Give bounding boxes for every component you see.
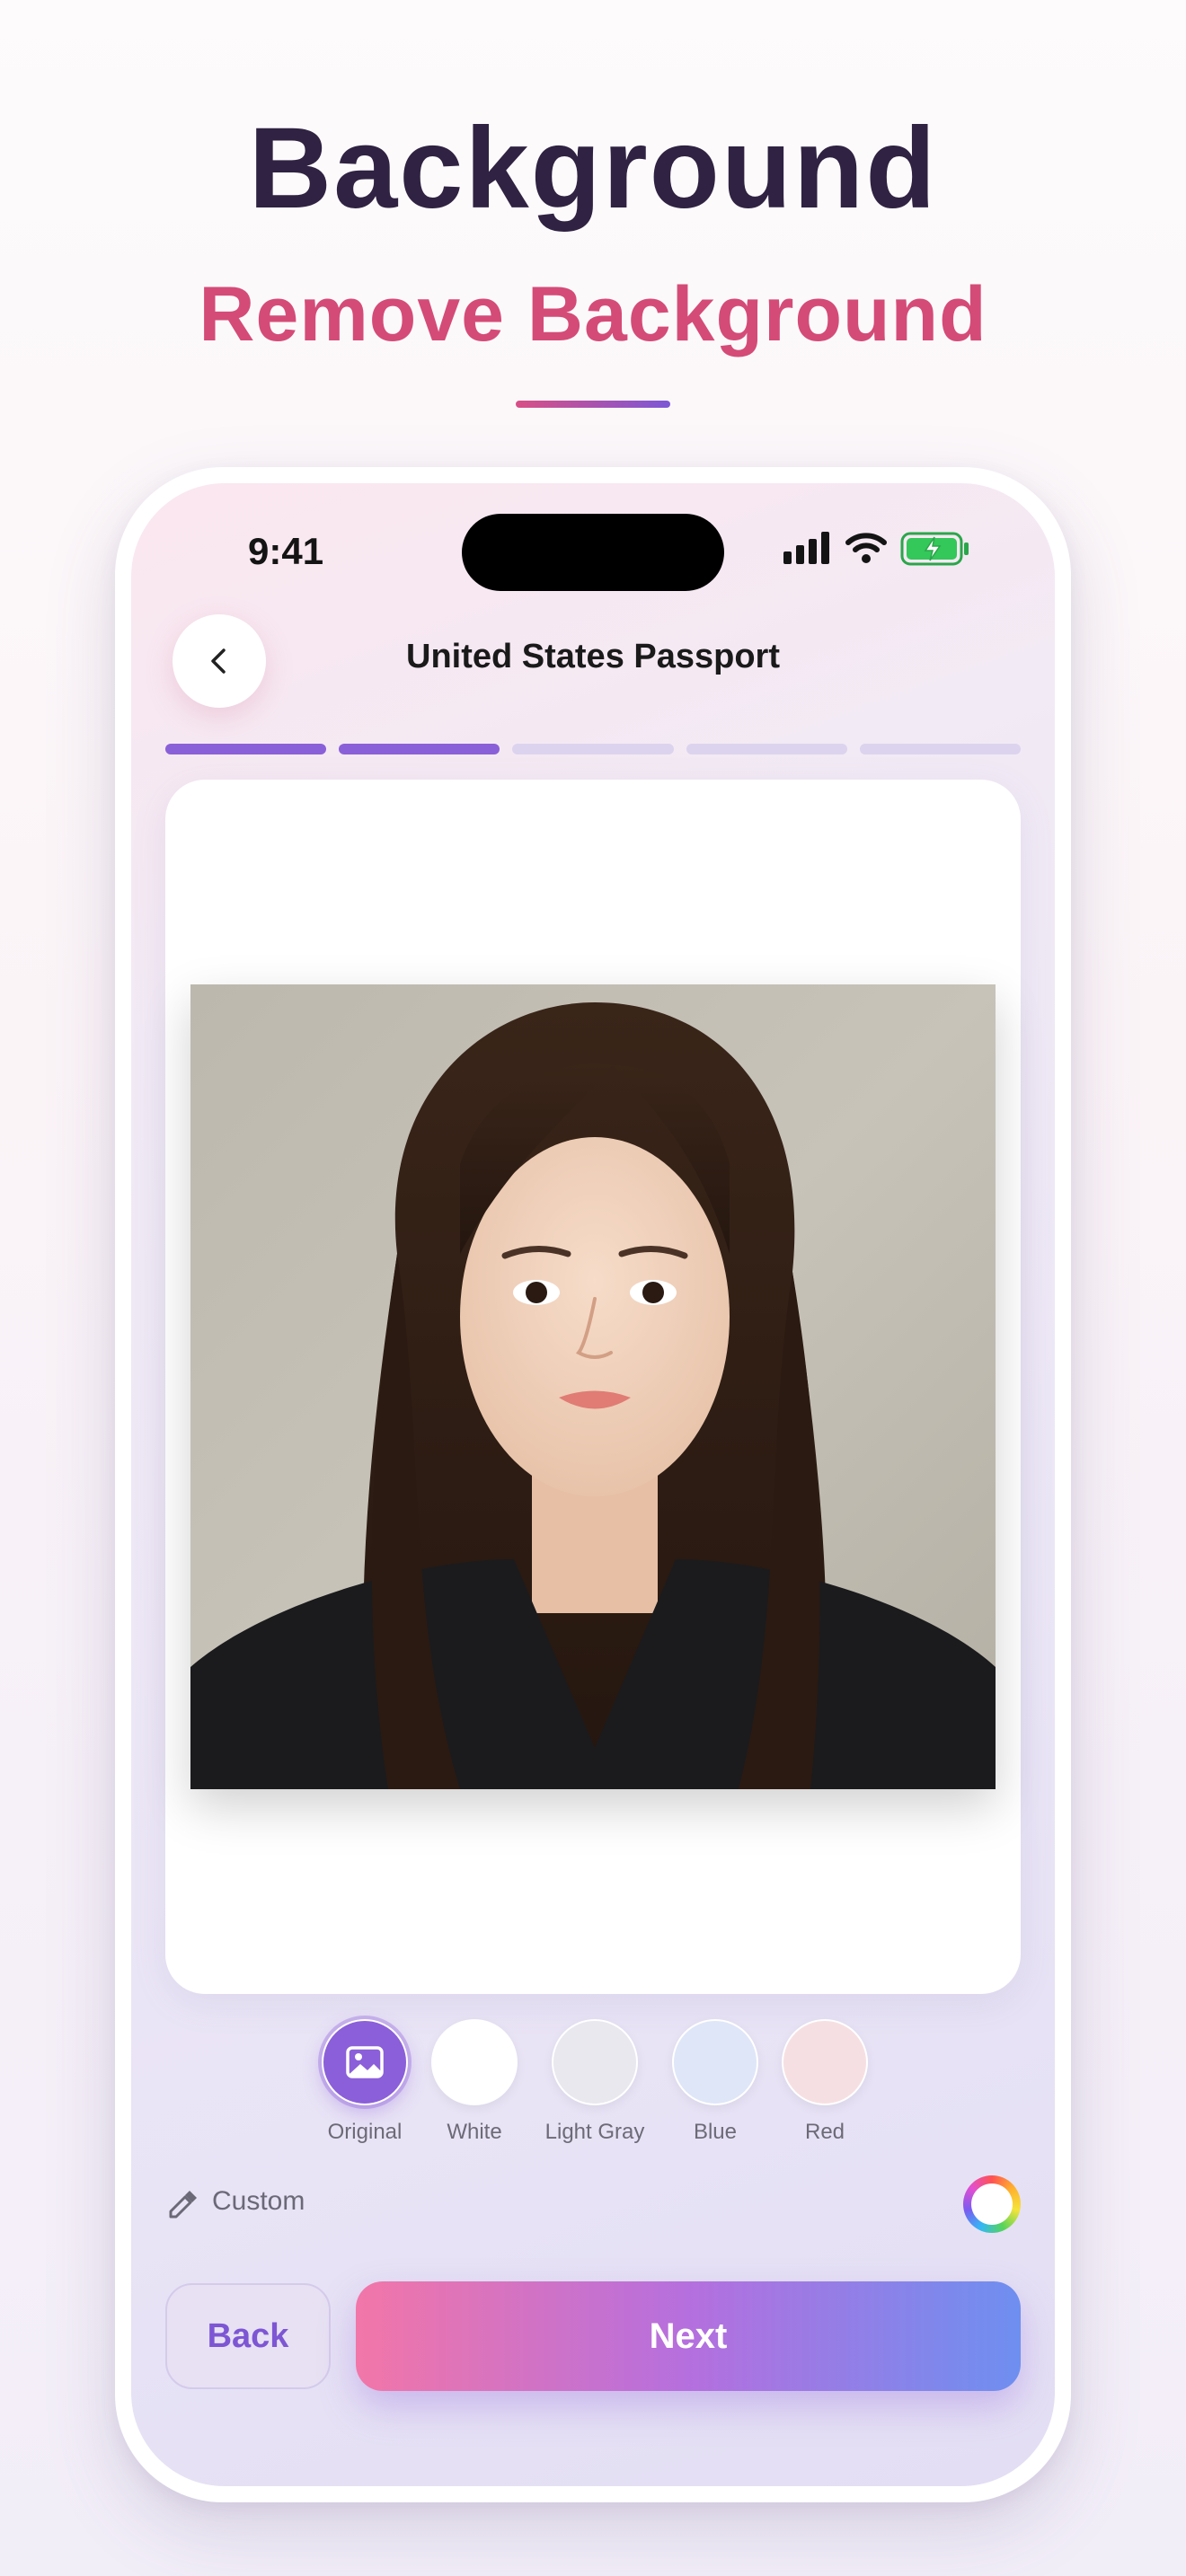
step-progress: [165, 744, 1022, 754]
custom-color-row[interactable]: Custom: [165, 2174, 1021, 2236]
headline-underline: [516, 401, 670, 408]
swatch-label-red: Red: [804, 2120, 845, 2144]
background-swatches: Original White Light Gray Blue Red: [131, 2019, 1055, 2145]
next-button[interactable]: Next: [356, 2281, 1021, 2391]
progress-step: [339, 744, 500, 754]
swatch-red[interactable]: [782, 2019, 868, 2105]
page-title: United States Passport: [406, 638, 780, 675]
swatch-original[interactable]: [322, 2019, 408, 2105]
photo-preview-card: [165, 780, 1021, 1994]
color-wheel-picker[interactable]: [963, 2175, 1021, 2233]
battery-charging-icon: [900, 532, 969, 566]
subheadline: Remove Background: [199, 271, 987, 357]
custom-label: Custom: [212, 2186, 305, 2216]
cellular-signal-icon: [783, 532, 829, 564]
eyedropper-icon: [169, 2191, 197, 2219]
dynamic-island: [462, 514, 724, 591]
headline: Background: [248, 104, 938, 233]
portrait-photo: [190, 984, 996, 1789]
status-time: 9:41: [248, 530, 324, 572]
progress-step: [686, 744, 847, 754]
portrait-illustration: [190, 1002, 996, 1789]
image-icon: [346, 2046, 384, 2078]
swatch-white[interactable]: [431, 2019, 518, 2105]
progress-step: [512, 744, 674, 754]
progress-step: [859, 744, 1022, 754]
wifi-icon: [845, 533, 887, 563]
back-button[interactable]: Back: [165, 2283, 331, 2389]
phone-screen: 9:41 United States Passport Original Whi…: [131, 483, 1055, 2486]
progress-step: [165, 744, 327, 754]
swatch-blue[interactable]: [672, 2019, 758, 2105]
swatch-light-gray[interactable]: [552, 2019, 638, 2105]
